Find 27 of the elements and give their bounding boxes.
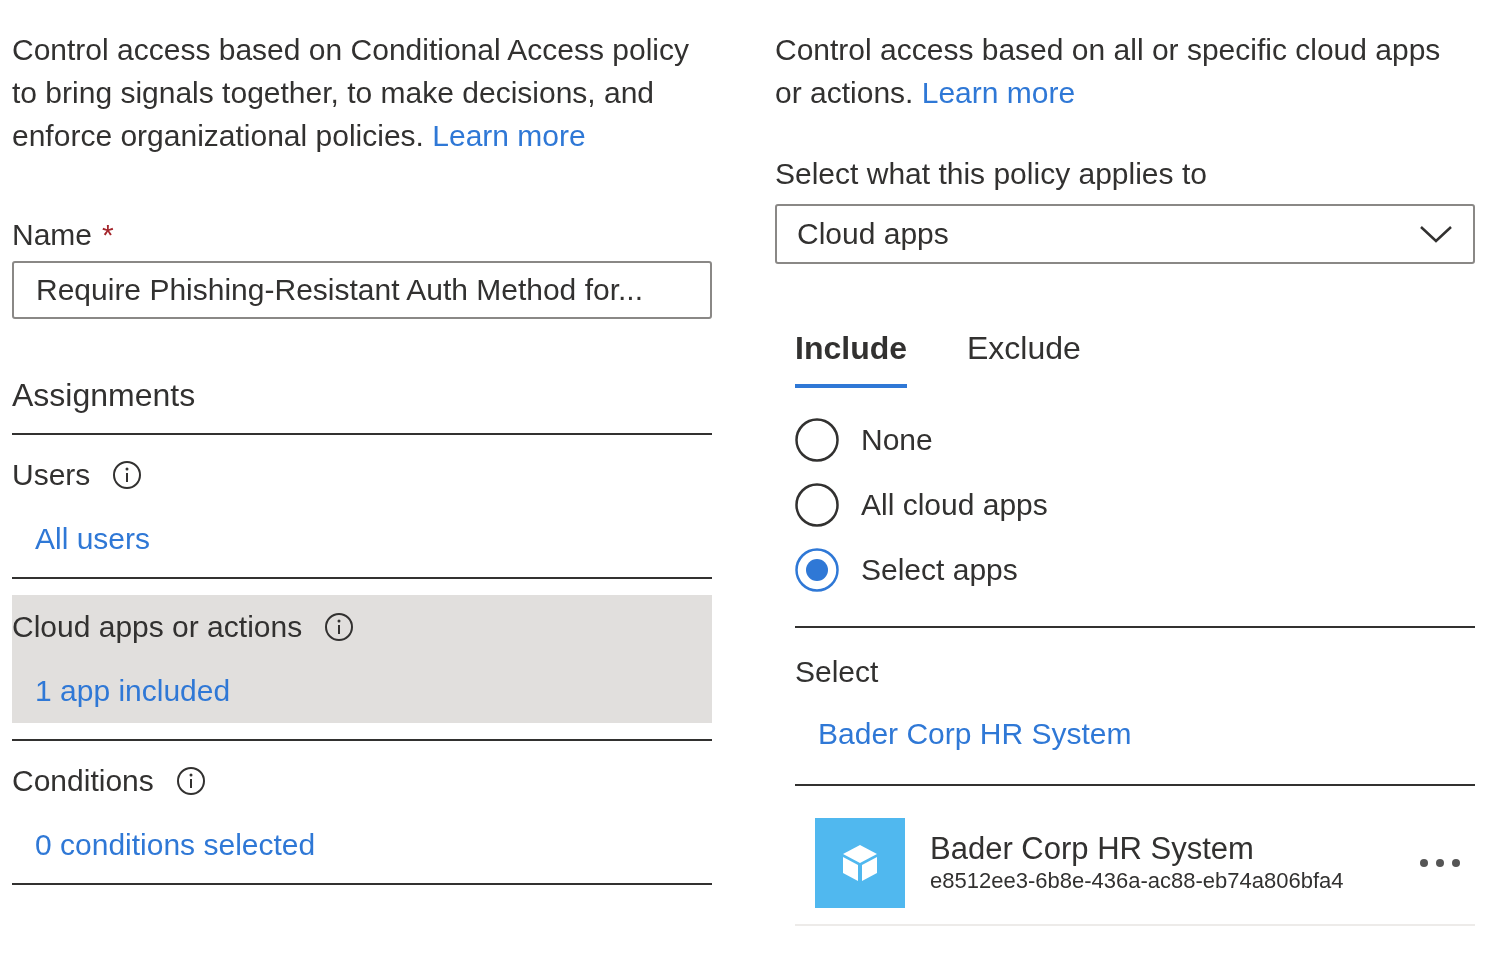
option-label[interactable]: None	[861, 423, 933, 457]
assignment-title: Conditions	[12, 763, 154, 799]
dropdown[interactable]: Cloud apps	[775, 204, 1475, 264]
select-heading: Select	[795, 654, 880, 690]
learn-more-link[interactable]: Learn more	[432, 119, 586, 152]
name-input-field[interactable]: Require Phishing-Resistant Auth Method for...	[12, 261, 712, 319]
assignment-row[interactable]: Conditions 0 conditions selected	[12, 749, 712, 865]
assignment-link[interactable]: All users	[35, 519, 151, 559]
app-id: e8512ee3-6b8e-436a-ac88-eb74a806bfa4	[930, 867, 1345, 895]
assignment-panel[interactable]: Cloud apps or actions 1 app included	[12, 595, 712, 723]
assignment-link[interactable]: 0 conditions selected	[35, 825, 316, 865]
app-name: Bader Corp HR System	[930, 831, 1255, 867]
section-heading: Assignments	[12, 375, 712, 435]
field-label: Select what this policy applies to	[775, 156, 1208, 192]
option-label[interactable]: All cloud apps	[861, 488, 1048, 522]
description-text: Control access based on Conditional Access policy to bring signals together, to make decisions, and enforce organizational policies. Learn more	[12, 32, 691, 154]
assignment-title: Cloud apps or actions	[12, 609, 303, 645]
option-label[interactable]: Select apps	[861, 553, 1018, 587]
learn-more-link[interactable]: Learn more	[921, 76, 1076, 109]
tab[interactable]: Exclude	[967, 328, 1081, 388]
field-label: Name	[12, 217, 93, 253]
description-text: Control access based on all or specific cloud apps or actions. Learn more	[775, 32, 1442, 111]
required-mark: *	[102, 217, 114, 253]
assignment-title: Users	[12, 457, 91, 493]
assignment-row[interactable]: Users All users	[12, 443, 712, 559]
selected-app-link[interactable]: Bader Corp HR System	[818, 714, 1132, 754]
tab[interactable]: Include	[795, 328, 907, 388]
